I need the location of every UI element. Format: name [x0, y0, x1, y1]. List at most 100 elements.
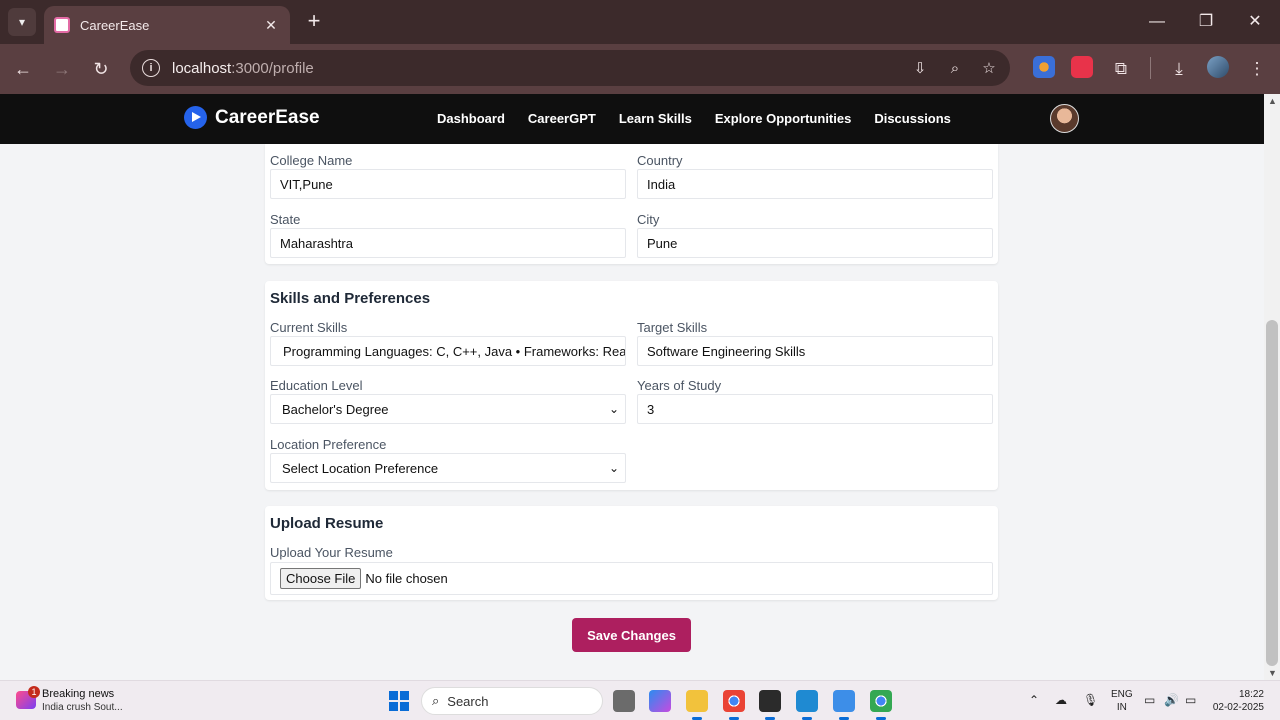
tab-close-icon[interactable]: ✕ — [262, 17, 280, 34]
app-navbar: CareerEase Dashboard CareerGPT Learn Ski… — [0, 94, 1264, 144]
extension-one-icon[interactable] — [1033, 56, 1055, 78]
region-code: IN — [1116, 702, 1127, 713]
tab-favicon-icon — [54, 17, 70, 33]
tab-list-chevron-icon[interactable]: ▾ — [8, 8, 36, 36]
country-label: Country — [637, 153, 683, 168]
skills-card: Skills and Preferences Current Skills Pr… — [265, 281, 998, 490]
taskbar: 1 Breaking news India crush Sout... ⌕ Se… — [0, 680, 1280, 720]
minimize-icon[interactable]: — — [1142, 8, 1172, 36]
brand-name: CareerEase — [215, 106, 320, 128]
current-skills-input[interactable]: Programming Languages: C, C++, Java • Fr… — [270, 336, 626, 366]
bookmark-star-icon[interactable]: ☆ — [979, 59, 999, 79]
browser-tab[interactable]: CareerEase ✕ — [44, 6, 290, 44]
years-of-study-input[interactable]: 3 — [637, 394, 993, 424]
location-preference-select[interactable]: Select Location Preference ⌄ — [270, 453, 626, 483]
url-path: :3000/profile — [231, 59, 314, 77]
brand[interactable]: CareerEase — [184, 106, 320, 129]
scrollbar-thumb[interactable] — [1266, 320, 1278, 666]
choose-file-button[interactable]: Choose File — [280, 568, 362, 589]
news-title[interactable]: Breaking news — [42, 688, 114, 700]
scroll-down-icon[interactable]: ▼ — [1268, 668, 1277, 678]
task-view-icon[interactable] — [613, 690, 635, 712]
back-arrow-icon[interactable]: ← — [10, 56, 36, 82]
restore-icon[interactable]: ❐ — [1191, 8, 1221, 36]
location-card: College Name VIT,Pune Country India Stat… — [265, 144, 998, 264]
target-skills-label: Target Skills — [637, 320, 708, 335]
save-changes-button[interactable]: Save Changes — [572, 618, 691, 652]
news-subtitle[interactable]: India crush Sout... — [42, 702, 123, 713]
nav-link-learn-skills[interactable]: Learn Skills — [619, 111, 692, 126]
city-label: City — [637, 212, 660, 227]
battery-icon[interactable]: ▭ — [1185, 693, 1196, 707]
state-label: State — [270, 212, 301, 227]
taskbar-search[interactable]: ⌕ Search — [421, 687, 603, 715]
extensions-puzzle-icon[interactable]: ⧉ — [1108, 56, 1134, 82]
extension-two-icon[interactable] — [1071, 56, 1093, 78]
years-of-study-label: Years of Study — [637, 378, 722, 393]
nav-link-explore-opportunities[interactable]: Explore Opportunities — [715, 111, 852, 126]
install-app-icon[interactable]: ⇩ — [910, 59, 930, 79]
language-code: ENG — [1111, 689, 1133, 700]
search-label: Search — [447, 693, 489, 709]
city-input[interactable]: Pune — [637, 228, 993, 258]
location-preference-label: Location Preference — [270, 437, 387, 452]
country-input[interactable]: India — [637, 169, 993, 199]
system-clock[interactable]: 18:22 02-02-2025 — [1212, 688, 1264, 714]
resume-card-title: Upload Resume — [270, 515, 384, 532]
browser-profile-avatar[interactable] — [1207, 56, 1229, 78]
browser-toolbar: ← → ↻ i localhost:3000/profile ⇩ ⌕ ☆ ⧉ ⤓… — [0, 44, 1280, 94]
location-preference-value: Select Location Preference — [282, 460, 439, 476]
close-window-icon[interactable]: ✕ — [1240, 8, 1270, 36]
nav-link-discussions[interactable]: Discussions — [874, 111, 951, 126]
vscode-icon[interactable] — [796, 690, 818, 720]
network-icon[interactable]: ▭ — [1144, 693, 1155, 707]
college-label: College Name — [270, 153, 353, 168]
terminal-icon[interactable] — [759, 690, 781, 720]
resume-card: Upload Resume Upload Your Resume Choose … — [265, 506, 998, 600]
college-input[interactable]: VIT,Pune — [270, 169, 626, 199]
site-info-icon[interactable]: i — [142, 59, 160, 77]
url-host: localhost — [172, 59, 232, 77]
education-level-label: Education Level — [270, 378, 363, 393]
upload-resume-label: Upload Your Resume — [270, 545, 393, 560]
news-badge: 1 — [28, 686, 40, 698]
tray-overflow-chevron-icon[interactable]: ⌃ — [1029, 693, 1039, 707]
menu-kebab-icon[interactable]: ⋮ — [1244, 56, 1270, 82]
notepad-icon[interactable] — [833, 690, 855, 720]
target-skills-input[interactable]: Software Engineering Skills — [637, 336, 993, 366]
scroll-up-icon[interactable]: ▲ — [1268, 96, 1277, 106]
windows-start-icon[interactable] — [389, 691, 409, 711]
nav-link-careergpt[interactable]: CareerGPT — [528, 111, 596, 126]
copilot-icon[interactable] — [649, 690, 671, 712]
downloads-icon[interactable]: ⤓ — [1166, 56, 1192, 82]
resume-file-input[interactable]: Choose File No file chosen — [270, 562, 993, 595]
nav-links: Dashboard CareerGPT Learn Skills Explore… — [437, 111, 974, 126]
chevron-down-icon: ⌄ — [608, 461, 619, 475]
clock-time: 18:22 — [1238, 689, 1264, 700]
tab-title: CareerEase — [80, 17, 150, 33]
language-indicator[interactable]: ENG IN — [1111, 688, 1133, 714]
new-tab-button[interactable]: + — [302, 10, 326, 34]
nav-link-dashboard[interactable]: Dashboard — [437, 111, 505, 126]
skills-card-title: Skills and Preferences — [270, 290, 431, 307]
file-explorer-icon[interactable] — [686, 690, 708, 720]
current-skills-label: Current Skills — [270, 320, 348, 335]
microphone-icon[interactable]: 🎙 — [1083, 693, 1098, 707]
browser-tab-bar: ▾ CareerEase ✕ + — ❐ ✕ — [0, 0, 1280, 44]
state-input[interactable]: Maharashtra — [270, 228, 626, 258]
volume-icon[interactable]: 🔊 — [1164, 693, 1179, 707]
chevron-down-icon: ⌄ — [608, 402, 619, 416]
user-avatar[interactable] — [1050, 104, 1079, 133]
page-scrollbar[interactable]: ▲ ▼ — [1264, 94, 1280, 680]
toolbar-separator — [1150, 57, 1151, 79]
onedrive-icon[interactable]: ☁ — [1055, 693, 1067, 707]
clock-date: 02-02-2025 — [1212, 702, 1264, 713]
search-icon: ⌕ — [432, 693, 440, 708]
chrome-profile-icon[interactable] — [870, 690, 892, 720]
zoom-icon[interactable]: ⌕ — [945, 59, 965, 79]
address-bar[interactable]: i localhost:3000/profile ⇩ ⌕ ☆ — [130, 50, 1010, 86]
reload-icon[interactable]: ↻ — [88, 56, 114, 82]
education-level-select[interactable]: Bachelor's Degree ⌄ — [270, 394, 626, 424]
chrome-icon[interactable] — [723, 690, 745, 720]
forward-arrow-icon[interactable]: → — [49, 56, 75, 82]
